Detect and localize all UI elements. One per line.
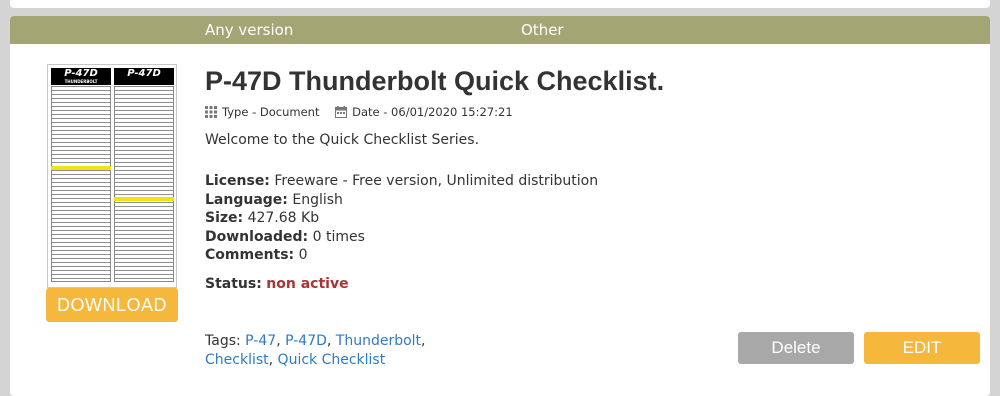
thumbnail-lines xyxy=(51,86,111,282)
thumbnail-right-title: P-47D xyxy=(127,68,161,79)
document-thumbnail[interactable]: P-47D THUNDERBOLT P-47D xyxy=(47,64,177,288)
grid-icon xyxy=(205,106,217,118)
meta-date: Date - 06/01/2020 15:27:21 xyxy=(352,105,513,119)
status-label: Status: xyxy=(205,276,262,292)
description: Welcome to the Quick Checklist Series. xyxy=(205,132,480,148)
download-button[interactable]: DOWNLOAD xyxy=(46,288,178,322)
tag-link[interactable]: P-47 xyxy=(245,333,276,349)
status-badge: non active xyxy=(266,276,349,292)
comments-label: Comments: xyxy=(205,247,295,263)
language-label: Language: xyxy=(205,191,288,208)
thumbnail-highlight xyxy=(114,197,174,201)
tag-link[interactable]: Thunderbolt xyxy=(336,333,421,349)
license-value: Freeware - Free version, Unlimited distr… xyxy=(274,173,599,189)
license-label: License: xyxy=(205,173,270,189)
calendar-icon xyxy=(335,106,348,118)
tags-list: Tags: P-47, P-47D, Thunderbolt, Checklis… xyxy=(205,333,426,368)
info-list: License: Freeware - Free version, Unlimi… xyxy=(205,172,598,265)
thumbnail-lines xyxy=(114,86,174,282)
downloaded-value: 0 times xyxy=(312,228,365,245)
delete-button[interactable]: Delete xyxy=(738,332,854,364)
comments-value: 0 xyxy=(298,247,308,263)
thumbnail-left-title: P-47D xyxy=(64,68,98,79)
thumbnail-left-subtitle: THUNDERBOLT xyxy=(64,79,98,84)
tag-link[interactable]: Checklist xyxy=(205,352,269,368)
previous-card xyxy=(10,0,990,8)
thumbnail-left-page: P-47D THUNDERBOLT xyxy=(51,68,111,282)
thumbnail-highlight xyxy=(51,166,111,170)
status-row: Status: non active xyxy=(205,276,349,292)
meta-type: Type - Document xyxy=(222,105,320,119)
category-label: Other xyxy=(521,21,564,39)
downloaded-label: Downloaded: xyxy=(205,228,309,245)
file-card: Any version Other P-47D THUNDERBOLT P-47… xyxy=(10,16,990,396)
tag-link[interactable]: P-47D xyxy=(285,333,327,349)
language-value: English xyxy=(292,191,343,208)
meta-row: Type - Document Date - 06/01/2020 15:27:… xyxy=(205,105,525,121)
thumbnail-right-page: P-47D xyxy=(114,68,174,282)
size-label: Size: xyxy=(205,210,244,226)
tag-link[interactable]: Quick Checklist xyxy=(278,352,386,368)
edit-button[interactable]: EDIT xyxy=(864,332,980,364)
size-value: 427.68 Kb xyxy=(247,210,320,226)
card-header: Any version Other xyxy=(10,16,990,44)
tags-label: Tags: xyxy=(205,333,241,349)
version-label: Any version xyxy=(205,21,294,39)
page-title: P-47D Thunderbolt Quick Checklist. xyxy=(205,66,665,96)
